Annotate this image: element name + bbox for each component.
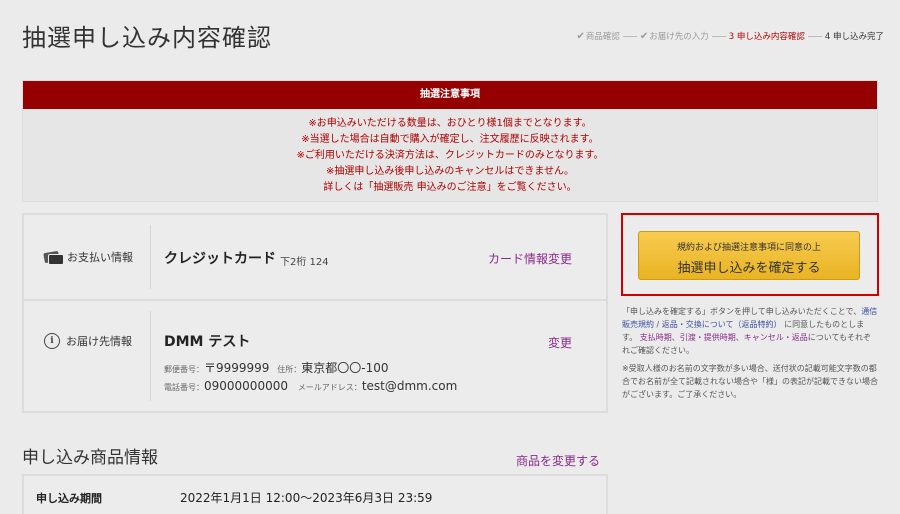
row-divider [150,311,151,401]
card-last-digits: 下2桁 124 [280,257,329,268]
order-info-box: お支払い情報 クレジットカード 下2桁 124 カード情報変更 i お届け先情報… [22,213,608,413]
payment-row: お支払い情報 クレジットカード 下2桁 124 カード情報変更 [24,215,606,301]
terms-separator: 、 [735,333,744,342]
name-length-note: ※受取人様のお名前の文字数が多い場合、送付状の記載可能文字数の都合でお名前が全て… [622,364,878,399]
delivery-label-text: お届け先情報 [66,335,132,348]
page-title: 抽選申し込み内容確認 [22,24,272,52]
payment-label: お支払い情報 [44,249,133,265]
returns-link[interactable]: 返品・交換について（返品特約） [662,320,782,329]
terms-text-1: 「申し込みを確定する」ボタンを押して申し込みいただくことで、 [622,307,862,316]
period-label: 申し込み期間 [36,492,102,505]
payment-method: クレジットカード [164,251,276,267]
email-value: test@dmm.com [361,379,458,393]
postal-label: 郵便番号： [164,365,204,374]
progress-steps: ✔ 商品確認 ✔ お届け先の入力 3 申し込み内容確認 4 申し込み完了 [576,30,884,43]
notice-line: 詳しくは「抽選販売 申込みのご注意」をご覧ください。 [323,182,577,193]
notice-line: ※お申込みいただける数量は、おひとり様1個までとなります。 [308,118,592,129]
delivery-label: i お届け先情報 [44,333,132,349]
step-address: ✔ お届け先の入力 [639,30,709,43]
confirm-lottery-button[interactable]: 規約および抽選注意事項に同意の上 抽選申し込みを確定する [638,231,860,280]
confirm-button-sub: 規約および抽選注意事項に同意の上 [676,243,821,253]
cancel-return-link[interactable]: キャンセル・返品 [744,333,808,342]
postal-code: 〒9999999 [204,361,270,375]
payment-label-text: お支払い情報 [67,251,133,264]
delivery-row: i お届け先情報 DMM テスト 変更 郵便番号：〒9999999 住所：東京都… [24,301,606,411]
address-label: 住所： [277,365,302,374]
period-value: 2022年1月1日 12:00〜2023年6月3日 23:59 [180,491,433,505]
notice-title: 抽選注意事項 [23,81,877,109]
notice-line: ※当選した場合は自動で購入が確定し、注文履歴に反映されます。 [301,134,599,145]
step-product: ✔ 商品確認 [576,30,620,43]
contact-line: 電話番号：09000000000 メールアドレス：test@dmm.com [164,379,457,393]
change-address-link[interactable]: 変更 [548,334,572,351]
notice-line: ※ご利用いただける決済方法は、クレジットカードのみとなります。 [296,150,604,161]
payment-timing-link[interactable]: 支払時期 [640,333,672,342]
row-divider [150,225,151,289]
check-icon: ✔ [639,30,649,42]
recipient-name: DMM テスト [164,334,251,350]
step-connector [807,35,822,37]
notice-body: ※お申込みいただける数量は、おひとり様1個までとなります。 ※当選した場合は自動… [23,109,877,196]
product-info-box: 申し込み期間 2022年1月1日 12:00〜2023年6月3日 23:59 [22,474,608,514]
step-confirm: 3 申し込み内容確認 [729,30,805,42]
step-connector [622,35,637,37]
phone-value: 09000000000 [204,379,288,393]
step-complete: 4 申し込み完了 [825,30,884,42]
lottery-notice: 抽選注意事項 ※お申込みいただける数量は、おひとり様1個までとなります。 ※当選… [22,80,878,202]
credit-card-icon [44,250,64,265]
product-section-title: 申し込み商品情報 [22,448,158,468]
delivery-timing-link[interactable]: 引渡・提供時期 [680,333,736,342]
change-card-link[interactable]: カード情報変更 [488,250,572,267]
step-connector [711,35,726,37]
step-label: お届け先の入力 [649,32,709,42]
confirm-button-main: 抽選申し込みを確定する [677,261,821,276]
confirm-highlight: 規約および抽選注意事項に同意の上 抽選申し込みを確定する [621,213,879,296]
step-label: 4 申し込み完了 [824,32,884,42]
terms-separator: 、 [671,333,680,342]
step-label: 商品確認 [585,32,620,42]
phone-label: 電話番号： [164,383,204,392]
info-icon: i [44,333,60,349]
step-label: 3 申し込み内容確認 [728,32,805,42]
terms-text: 「申し込みを確定する」ボタンを押して申し込みいただくことで、通信販売規約 / 返… [622,305,878,357]
change-product-link[interactable]: 商品を変更する [516,452,600,469]
address-value: 東京都〇〇-100 [301,361,389,375]
notice-line: ※抽選申し込み後申し込みのキャンセルはできません。 [325,166,575,177]
terms-separator: / [654,320,662,329]
email-label: メールアドレス： [297,383,362,392]
check-icon: ✔ [576,30,585,42]
address-line: 郵便番号：〒9999999 住所：東京都〇〇-100 [164,359,389,376]
